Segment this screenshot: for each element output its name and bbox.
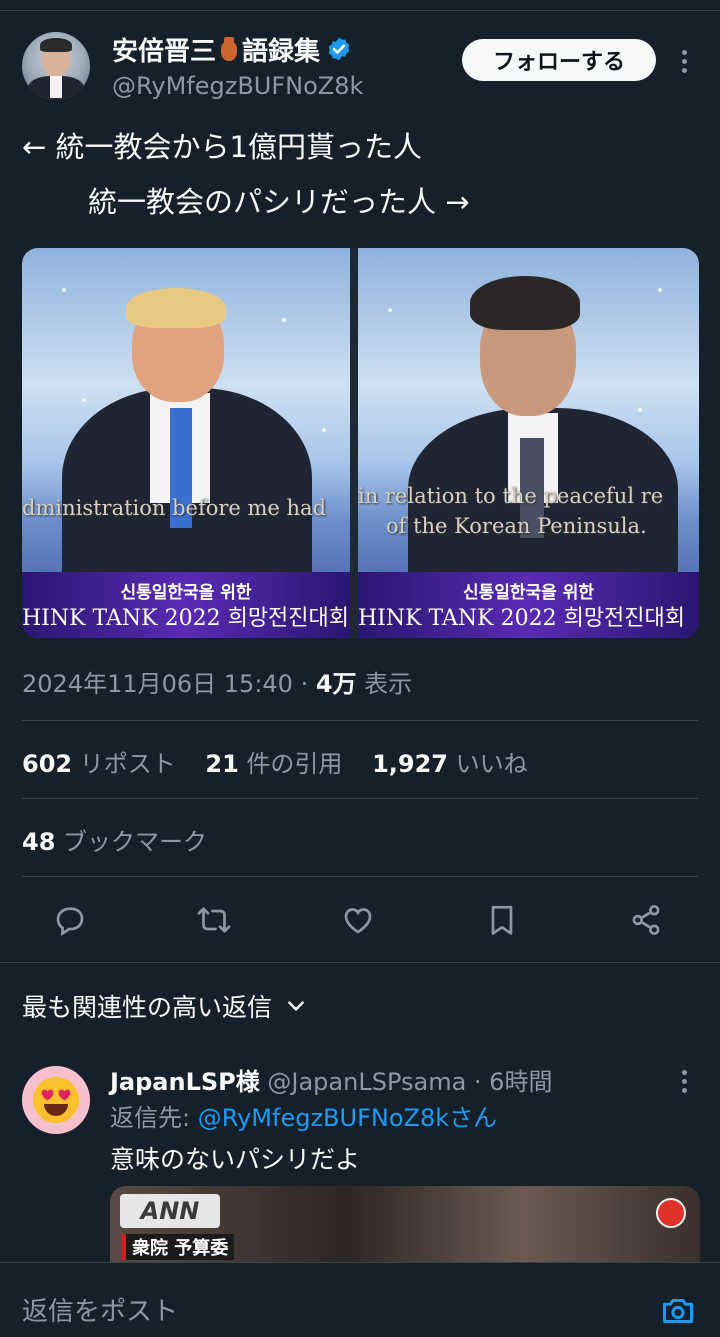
reply-author-avatar[interactable] — [22, 1066, 90, 1134]
sparkle — [82, 398, 86, 402]
heart-eyes-emoji-icon — [33, 1077, 79, 1123]
tweet-media[interactable]: dministration before me had 신통일한국을 위한 HI… — [22, 248, 699, 638]
reply-header: JapanLSP様 @JapanLSPsama · 6時間 — [110, 1062, 552, 1097]
reply-button[interactable] — [50, 900, 90, 940]
reply-author-name[interactable]: JapanLSP様 — [110, 1068, 260, 1096]
section-divider — [0, 962, 720, 963]
divider — [22, 798, 698, 799]
author-display-name[interactable]: 安倍晋三 — [112, 31, 216, 68]
tweet-timestamp[interactable]: 2024年11月06日 15:40 · — [22, 670, 316, 698]
reply-composer-bar: 返信をポスト — [0, 1262, 720, 1337]
follow-button[interactable]: フォローする — [462, 39, 656, 81]
tweet-header: 安倍晋三 語録集 @RyMfegzBUFNoZ8k フォローする — [0, 28, 720, 108]
like-button[interactable] — [338, 900, 378, 940]
heart-eye-icon — [58, 1089, 71, 1101]
sparkle — [638, 408, 642, 412]
sparkle — [658, 288, 662, 292]
likes-count: 1,927 — [372, 750, 448, 778]
tv-channel-logo-icon — [656, 1198, 686, 1228]
engagement-stats: 602 リポスト 21 件の引用 1,927 いいね — [22, 744, 528, 779]
views-count: 4万 — [315, 670, 357, 698]
repost-button[interactable] — [194, 900, 234, 940]
sparkle — [282, 318, 286, 322]
author-handle[interactable]: @RyMfegzBUFNoZ8k — [112, 72, 363, 100]
bookmark-icon — [491, 905, 513, 935]
sparkle — [62, 288, 66, 292]
right-banner-english: HINK TANK 2022 희망전진대회 — [358, 606, 686, 631]
tweet-text-line-1: ← 統一教会から1億円貰った人 — [22, 130, 422, 164]
like-icon — [344, 908, 372, 934]
right-banner: 신통일한국을 위한 HINK TANK 2022 희망전진대회 — [358, 572, 699, 638]
person-hair — [470, 276, 580, 330]
left-banner: 신통일한국을 위한 HINK TANK 2022 희망전진대회 — [22, 572, 350, 638]
divider — [22, 720, 698, 721]
media-image-right[interactable]: in relation to the peaceful re of the Ko… — [358, 248, 699, 638]
quotes-count: 21 — [205, 750, 239, 778]
tweet-text-line-2: 統一教会のパシリだった人 → — [88, 185, 470, 219]
bookmarks-stat[interactable]: 48 ブックマーク — [22, 822, 207, 857]
bookmark-button[interactable] — [482, 900, 522, 940]
reply-sort-label: 最も関連性の高い返信 — [22, 993, 273, 1022]
tweet-meta: 2024年11月06日 15:40 · 4万 表示 — [22, 664, 412, 699]
heart-eye-icon — [41, 1089, 54, 1101]
author-display-name-suffix[interactable]: 語録集 — [242, 31, 320, 68]
avatar-shirt — [50, 76, 62, 98]
reply-input[interactable]: 返信をポスト — [22, 1291, 178, 1328]
views-label: 表示 — [356, 670, 413, 698]
reply-more-icon[interactable] — [682, 1070, 688, 1096]
vase-icon — [218, 35, 240, 63]
bookmarks-count: 48 — [22, 828, 56, 856]
author-name-row[interactable]: 安倍晋三 語録集 — [112, 31, 352, 68]
share-button[interactable] — [626, 900, 666, 940]
author-avatar[interactable] — [22, 32, 90, 100]
tv-caption: 衆院 予算委 — [122, 1234, 235, 1260]
right-subtitle-1: in relation to the peaceful re — [358, 484, 664, 508]
tweet-text: ← 統一教会から1億円貰った人 統一教会のパシリだった人 → — [22, 120, 702, 230]
sparkle — [388, 308, 392, 312]
divider — [22, 876, 698, 877]
reposts-label: リポスト — [72, 750, 176, 778]
right-subtitle-2: of the Korean Peninsula. — [386, 514, 647, 538]
share-icon — [632, 905, 660, 935]
reply-to-line: 返信先: @RyMfegzBUFNoZ8kさん — [110, 1098, 497, 1133]
chevron-down-icon — [288, 1001, 304, 1011]
verified-badge-icon — [328, 37, 350, 61]
reply-sort-dropdown[interactable]: 最も関連性の高い返信 — [22, 988, 306, 1024]
reply-icon — [56, 907, 84, 937]
reply-to-prefix: 返信先: — [110, 1104, 198, 1132]
quotes-stat[interactable]: 21 件の引用 — [205, 750, 342, 778]
bookmarks-label: ブックマーク — [55, 828, 208, 856]
reply-author-handle-time[interactable]: @JapanLSPsama · 6時間 — [260, 1068, 552, 1096]
likes-label: いいね — [448, 750, 528, 778]
reply-to-handle-link[interactable]: @RyMfegzBUFNoZ8kさん — [198, 1104, 497, 1132]
camera-icon[interactable] — [660, 1293, 696, 1329]
action-bar — [0, 896, 720, 944]
avatar-hair — [40, 38, 72, 52]
reply-text: 意味のないパシリだよ — [110, 1145, 361, 1174]
repost-icon — [197, 907, 231, 933]
top-divider — [0, 0, 720, 11]
reposts-count: 602 — [22, 750, 73, 778]
likes-stat[interactable]: 1,927 いいね — [372, 750, 528, 778]
left-subtitle: dministration before me had — [22, 496, 327, 520]
reposts-stat[interactable]: 602 リポスト — [22, 750, 176, 778]
person-hair — [126, 288, 226, 328]
more-icon[interactable] — [682, 50, 688, 76]
ann-logo: ANN — [120, 1194, 220, 1228]
left-banner-english: HINK TANK 2022 희망전진대회 — [22, 606, 350, 631]
media-image-left[interactable]: dministration before me had 신통일한국을 위한 HI… — [22, 248, 350, 638]
sparkle — [322, 428, 326, 432]
quotes-label: 件の引用 — [238, 750, 343, 778]
emoji-mouth — [44, 1104, 68, 1116]
